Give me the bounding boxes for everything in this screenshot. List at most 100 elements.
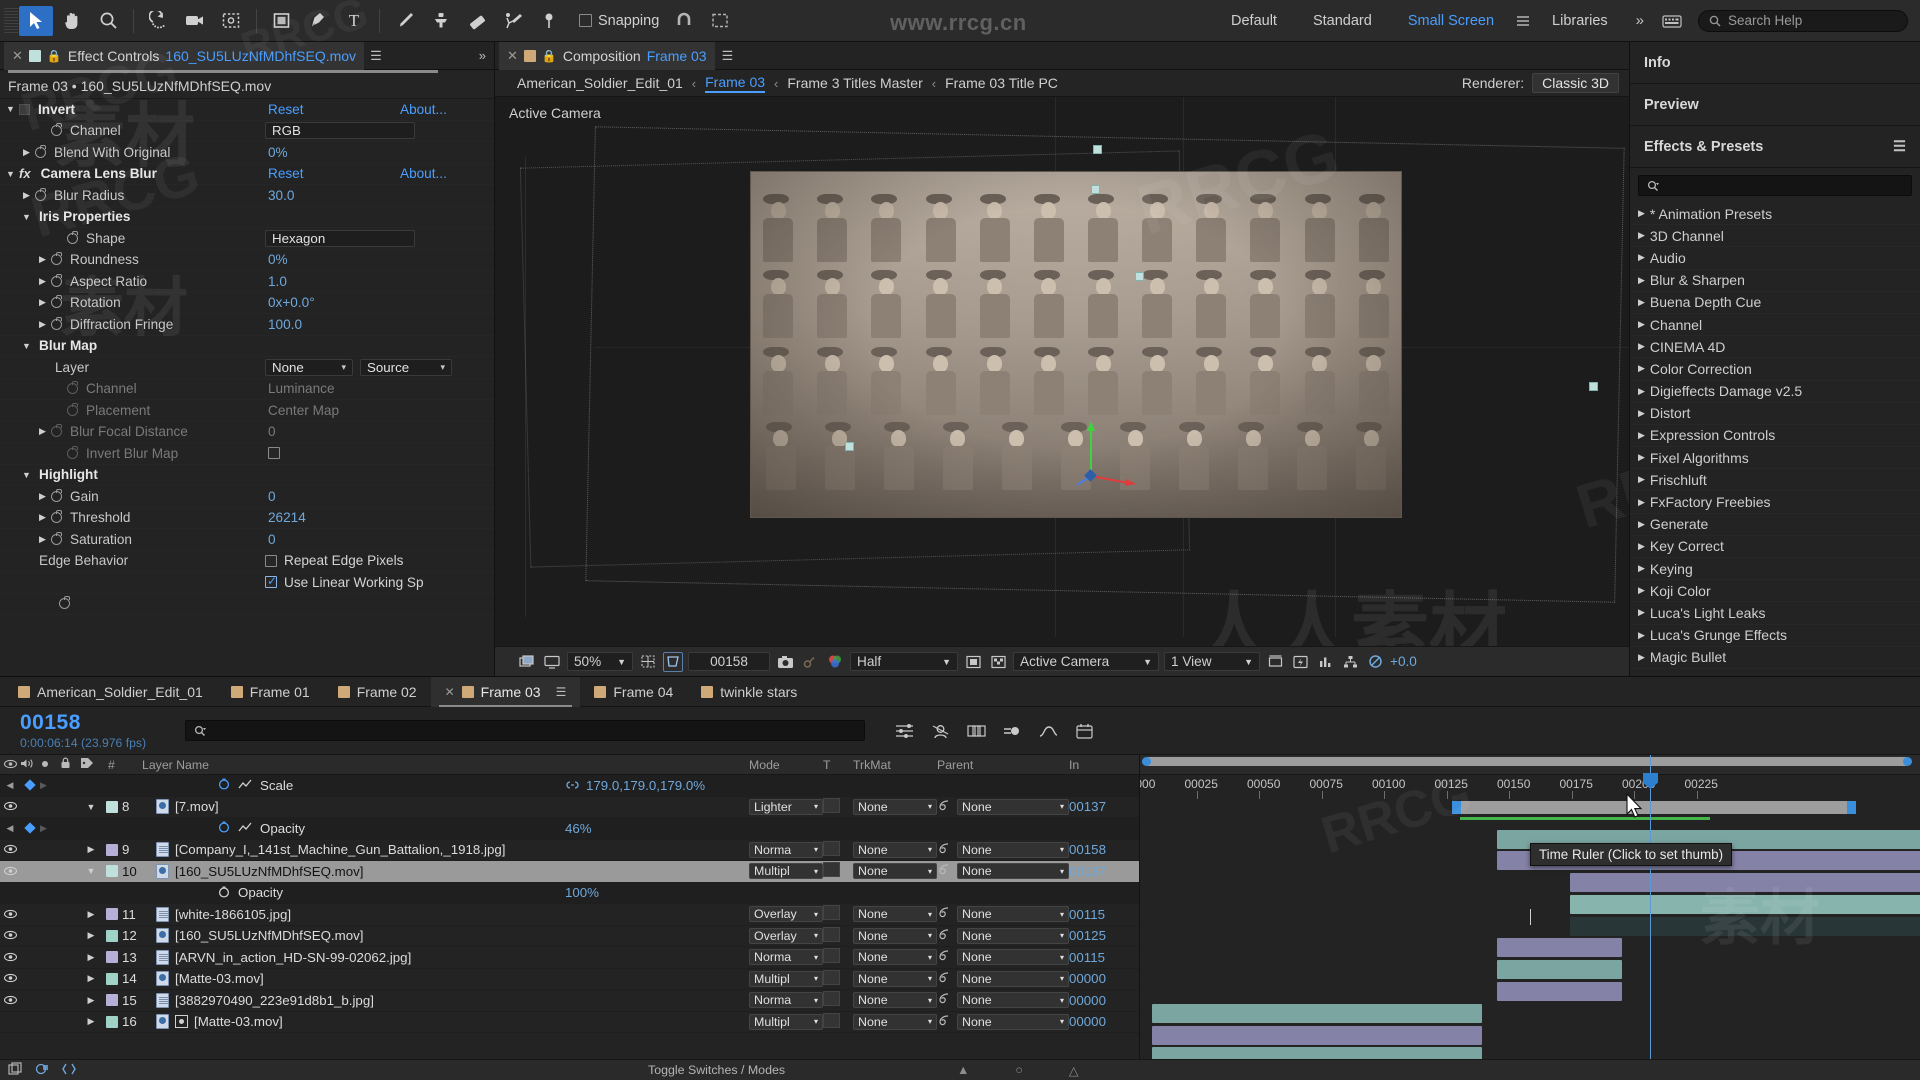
parent-cell[interactable]: None ▾ [937,841,1069,858]
layer-expand-toggle[interactable]: ▶ [80,995,102,1006]
parent-select[interactable]: None ▾ [957,841,1069,858]
effect-control-value[interactable]: 0 [268,424,276,439]
chevron-right-icon[interactable]: ▶ [1638,208,1645,219]
blend-mode-cell[interactable]: Norma ▾ [749,949,823,966]
layer-label-color[interactable] [102,951,122,964]
effect-control-value[interactable]: 26214 [268,510,306,525]
trkmat-select[interactable]: None ▾ [853,927,937,944]
camera-view-select[interactable]: Active Camera ▼ [1013,652,1159,671]
layer-expand-toggle[interactable]: ▶ [80,844,102,855]
trkmat-select[interactable]: None ▾ [853,798,937,815]
mask-path-icon[interactable] [663,651,683,672]
chevron-right-icon[interactable]: ▶ [1638,519,1645,530]
stopwatch-icon[interactable] [51,424,62,438]
grid-guides-icon[interactable] [638,652,658,672]
stopwatch-icon[interactable] [67,445,78,459]
effect-control-row-diffraction-fringe[interactable]: Diffraction Fringe 100.0 [0,314,494,336]
blend-mode-cell[interactable]: Overlay ▾ [749,906,823,923]
disclosure-triangle[interactable] [38,319,47,330]
panel-menu-icon[interactable]: ☰ [370,48,382,64]
blend-mode-select[interactable]: Overlay ▾ [749,906,823,923]
effects-category-fixel-algorithms[interactable]: ▶ Fixel Algorithms [1630,447,1920,470]
work-area-bar[interactable] [1452,801,1856,814]
blend-mode-cell[interactable]: Multipl ▾ [749,970,823,987]
keyframe-indicator[interactable] [20,822,40,834]
snapping-checkbox[interactable] [579,14,592,27]
hide-shy-layers-icon[interactable] [929,720,951,742]
layer-in-point[interactable]: 00125 [1069,928,1139,943]
video-visibility-toggle[interactable] [0,928,20,943]
lock-icon-comp[interactable]: 🔒 [542,49,557,63]
preserve-transparency-toggle[interactable] [823,862,853,880]
parent-select[interactable]: None ▾ [957,992,1069,1009]
blend-mode-select[interactable]: Norma ▾ [749,992,823,1009]
channel-rgb-icon[interactable] [825,652,845,672]
trkmat-select[interactable]: None ▾ [853,949,937,966]
layer-name-cell[interactable]: [160_SU5LUzNfMDhfSEQ.mov] [152,863,749,879]
chevron-right-icon[interactable]: ▶ [1638,297,1645,308]
trkmat-select[interactable]: None ▾ [853,841,937,858]
layer-label-color[interactable] [102,929,122,942]
work-area-end[interactable] [1847,801,1856,814]
transparency-grid-icon[interactable] [988,652,1008,672]
chevron-right-icon[interactable]: ▶ [1638,563,1645,574]
effect-control-row-invert-blur-map[interactable]: Invert Blur Map [0,443,494,465]
effects-category-color-correction[interactable]: ▶ Color Correction [1630,358,1920,381]
stopwatch-icon[interactable] [51,531,62,545]
current-time-indicator[interactable] [1643,755,1658,1059]
effects-presets-menu-icon[interactable]: ☰ [1893,139,1906,155]
property-value-cell[interactable]: 100% [565,885,599,900]
frame-render-icon[interactable] [8,1061,23,1079]
effect-dropdown[interactable]: Hexagon [265,229,415,247]
workspace-libraries[interactable]: Libraries [1534,0,1626,42]
parent-cell[interactable]: None ▾ [937,906,1069,923]
chevron-right-icon[interactable]: ▶ [1638,230,1645,241]
enable-motion-blur-icon[interactable] [1001,720,1023,742]
exposure-value[interactable]: +0.0 [1390,654,1417,669]
repeat-edge-pixels-checkbox[interactable] [265,554,277,567]
composition-tab[interactable]: ✕ 🔒 Composition Frame 03 [499,41,715,70]
timeline-layer-row[interactable]: ▶ 16 [Matte-03.mov] Multipl ▾ None ▾ None ▾ 00000 [0,1012,1139,1033]
monitor-icon[interactable] [542,652,562,672]
pickwhip-icon[interactable] [937,842,950,858]
panel-overflow-icon[interactable]: » [479,48,486,63]
stopwatch-icon-prop[interactable] [218,777,230,793]
pen-tool[interactable] [301,6,335,36]
effect-control-row-blur-focal-distance[interactable]: Blur Focal Distance 0 [0,422,494,443]
brush-tool[interactable] [388,6,422,36]
clip-arvn[interactable] [1497,982,1622,1001]
composition-mini-flowchart-icon[interactable] [893,720,915,742]
preserve-transparency-toggle[interactable] [823,905,853,923]
layer-name-cell[interactable]: [ARVN_in_action_HD-SN-99-02062.jpg] [152,949,749,965]
pickwhip-icon[interactable] [937,971,950,987]
axis-gizmo[interactable] [1073,413,1143,491]
blend-mode-select[interactable]: Overlay ▾ [749,927,823,944]
clip-160-selected[interactable] [1570,895,1920,914]
layer-expand-toggle[interactable]: ▶ [80,1016,102,1027]
blend-mode-select[interactable]: Norma ▾ [749,949,823,966]
graph-editor-icon[interactable] [1037,720,1059,742]
layer-label-color[interactable] [102,800,122,813]
region-of-interest-viewer-icon[interactable] [963,652,983,672]
close-icon-tab[interactable]: ✕ [445,685,455,699]
disclosure-triangle[interactable] [6,104,15,114]
effect-control-row-iris-properties[interactable]: Iris Properties [0,207,494,228]
preserve-transparency-toggle[interactable] [823,1012,853,1031]
roto-brush-tool[interactable] [496,6,530,36]
keyframe-next-arrow[interactable]: ▶ [40,887,60,898]
effect-control-value[interactable]: Luminance [268,381,335,396]
timeline-tab-frame-01[interactable]: Frame 01 [217,677,324,707]
keyframe-prev-arrow[interactable]: ◀ [0,887,20,898]
transform-handle-top[interactable] [1091,185,1100,194]
stopwatch-icon[interactable] [51,273,62,287]
blur-map-source-dropdown[interactable]: Source ▾ [360,358,452,376]
blend-mode-cell[interactable]: Multipl ▾ [749,863,823,880]
disclosure-triangle[interactable] [22,470,31,480]
effect-control-value[interactable]: 0 [268,532,276,547]
layer-in-point[interactable]: 00137 [1069,864,1139,879]
work-area-start[interactable] [1452,801,1461,814]
preserve-transparency-toggle[interactable] [823,948,853,966]
chevron-right-icon[interactable]: ▶ [1638,541,1645,552]
breadcrumb-item-2[interactable]: Frame 3 Titles Master [787,75,922,91]
always-preview-icon[interactable] [517,652,537,672]
